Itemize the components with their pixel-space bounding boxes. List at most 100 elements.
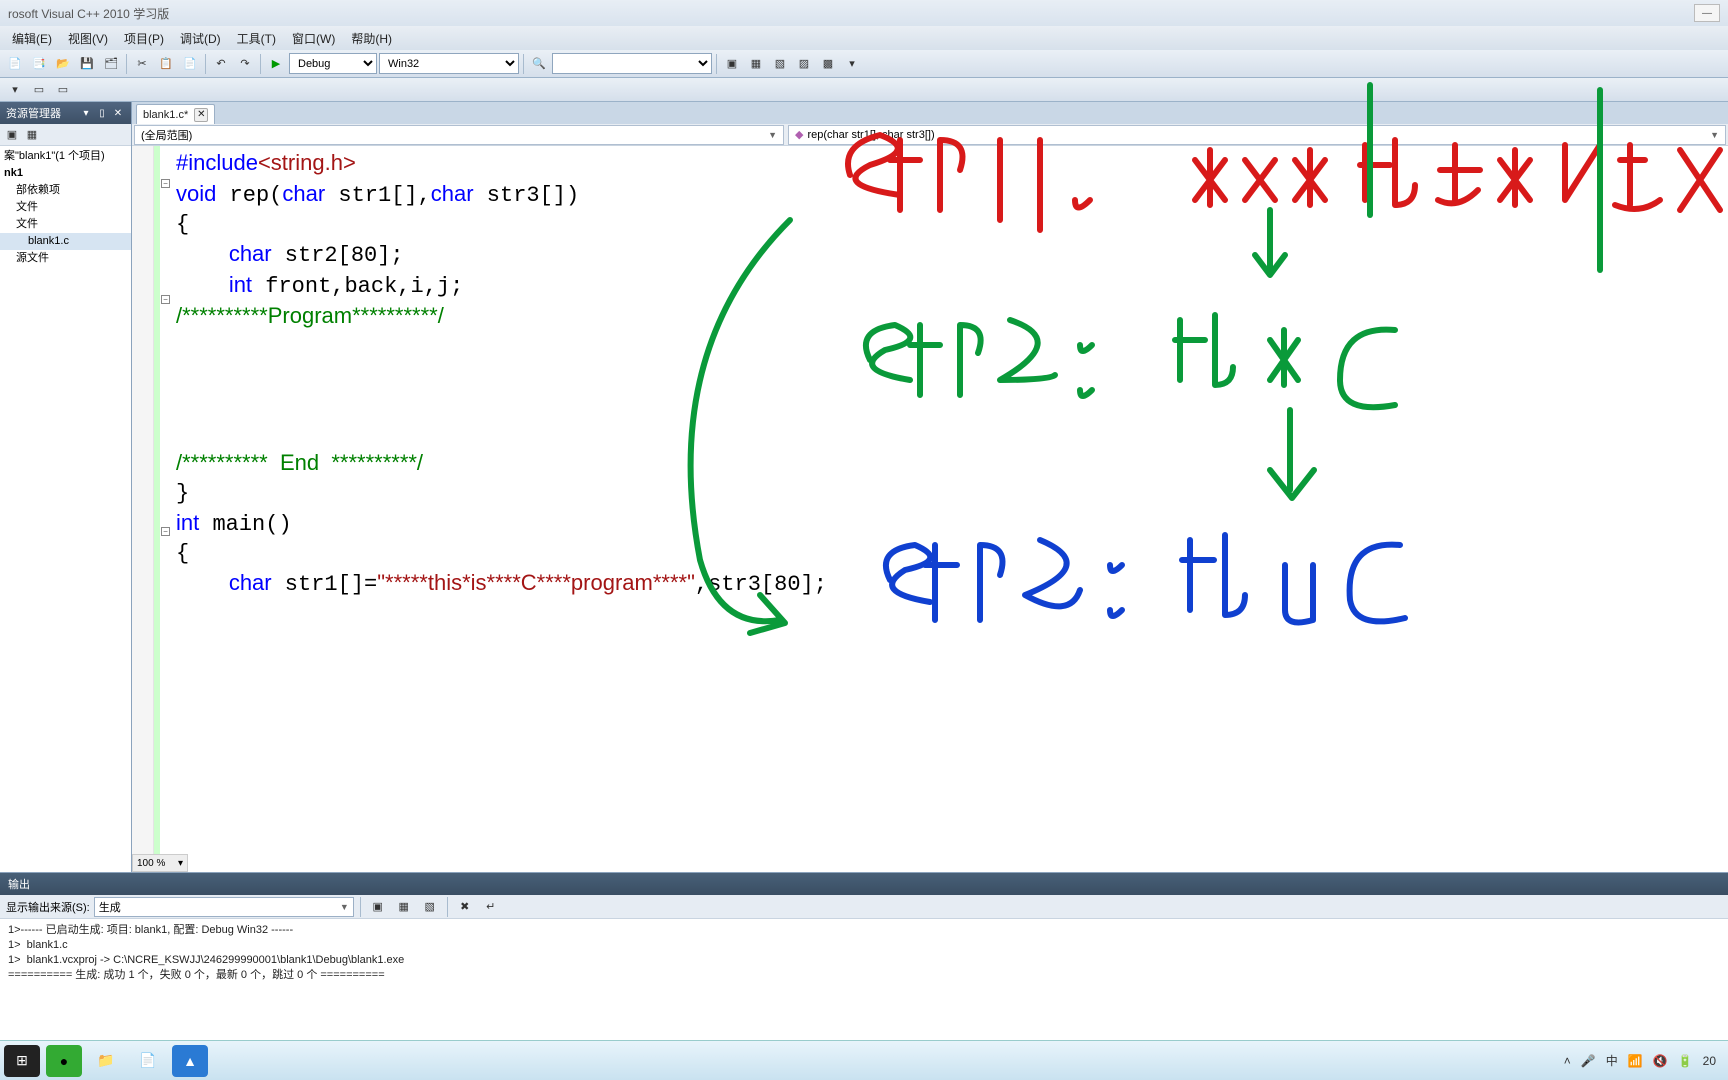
menu-window[interactable]: 窗口(W): [284, 30, 343, 47]
taskbar-app-2[interactable]: 📄: [130, 1045, 166, 1077]
tb-icon-1[interactable]: ▣: [721, 53, 743, 75]
tray-chevron-icon[interactable]: ˄: [1564, 1054, 1571, 1068]
tb-icon-4[interactable]: ▨: [793, 53, 815, 75]
output-body[interactable]: 1>------ 已启动生成: 项目: blank1, 配置: Debug Wi…: [0, 919, 1728, 1042]
main-area: 资源管理器 ▾ ▯ ✕ ▣ ▦ 案"blank1"(1 个项目) nk1 部依赖…: [0, 102, 1728, 872]
output-panel: 输出 显示输出来源(S): 生成 ▼ ▣ ▦ ▧ ✖ ↵ 1>------ 已启…: [0, 872, 1728, 1042]
scope-label: (全局范围): [141, 127, 192, 143]
tb-icon-3[interactable]: ▧: [769, 53, 791, 75]
tab-label: blank1.c*: [143, 109, 188, 121]
start-button[interactable]: ⊞: [4, 1045, 40, 1077]
dropdown-arrow-icon: ▾: [178, 858, 183, 869]
cut-button[interactable]: ✂: [131, 53, 153, 75]
out-clear-icon[interactable]: ✖: [454, 896, 476, 918]
new-button[interactable]: 📄: [4, 53, 26, 75]
member-select[interactable]: ◆ rep(char str1[], char str3[]) ▼: [788, 125, 1726, 145]
dropdown-arrow-icon: ▼: [768, 130, 777, 140]
save-button[interactable]: 💾: [76, 53, 98, 75]
menu-debug[interactable]: 调试(D): [172, 30, 229, 47]
tree-solution[interactable]: 案"blank1"(1 个项目): [0, 148, 131, 165]
menu-tools[interactable]: 工具(T): [229, 30, 284, 47]
tray-volume-icon[interactable]: 🔇: [1653, 1054, 1668, 1068]
taskbar: ⊞ ● 📁 📄 ▲ ˄ 🎤 中 📶 🔇 🔋 20: [0, 1040, 1728, 1080]
undo-button[interactable]: ↶: [210, 53, 232, 75]
find-select[interactable]: [552, 53, 712, 74]
tree-file-blank1c[interactable]: blank1.c: [0, 233, 131, 250]
tray-ime[interactable]: 中: [1606, 1052, 1618, 1069]
taskbar-app-1[interactable]: ●: [46, 1045, 82, 1077]
code-nav-bar: (全局范围) ▼ ◆ rep(char str1[], char str3[])…: [132, 124, 1728, 146]
tree-project[interactable]: nk1: [0, 165, 131, 182]
panel-pin-icon[interactable]: ▯: [95, 106, 109, 120]
menu-project[interactable]: 项目(P): [116, 30, 172, 47]
menu-help[interactable]: 帮助(H): [343, 30, 400, 47]
menubar: 编辑(E) 视图(V) 项目(P) 调试(D) 工具(T) 窗口(W) 帮助(H…: [0, 26, 1728, 50]
tb2-icon-1[interactable]: ▾: [4, 79, 26, 101]
se-icon-1[interactable]: ▣: [4, 127, 20, 143]
menu-edit[interactable]: 编辑(E): [4, 30, 60, 47]
add-button[interactable]: 📑: [28, 53, 50, 75]
scope-select[interactable]: (全局范围) ▼: [134, 125, 784, 145]
menu-view[interactable]: 视图(V): [60, 30, 116, 47]
output-header: 输出: [0, 873, 1728, 895]
tb-icon-5[interactable]: ▩: [817, 53, 839, 75]
fold-icon[interactable]: −: [161, 527, 170, 536]
member-label: rep(char str1[], char str3[]): [807, 129, 934, 141]
open-button[interactable]: 📂: [52, 53, 74, 75]
saveall-button[interactable]: 🗂: [100, 53, 122, 75]
taskbar-app-3[interactable]: ▲: [172, 1045, 208, 1077]
panel-dropdown-icon[interactable]: ▾: [79, 106, 93, 120]
tray-wifi-icon[interactable]: 📶: [1628, 1054, 1643, 1068]
tray-battery-icon[interactable]: 🔋: [1678, 1054, 1693, 1068]
output-source-value: 生成: [99, 899, 121, 915]
solution-explorer-header: 资源管理器 ▾ ▯ ✕: [0, 102, 131, 124]
find-button[interactable]: 🔍: [528, 53, 550, 75]
editor-tabs: blank1.c* ✕: [132, 102, 1728, 124]
editor-area: blank1.c* ✕ (全局范围) ▼ ◆ rep(char str1[], …: [132, 102, 1728, 872]
output-toolbar: 显示输出来源(S): 生成 ▼ ▣ ▦ ▧ ✖ ↵: [0, 895, 1728, 919]
out-icon-2[interactable]: ▦: [393, 896, 415, 918]
code-body[interactable]: #include<string.h> void rep(char str1[],…: [172, 146, 1728, 872]
secondary-toolbar: ▾ ▭ ▭: [0, 78, 1728, 102]
solution-tree[interactable]: 案"blank1"(1 个项目) nk1 部依赖项 文件 文件 blank1.c…: [0, 146, 131, 872]
method-icon: ◆: [795, 128, 803, 141]
tree-sources[interactable]: 文件: [0, 216, 131, 233]
out-wrap-icon[interactable]: ↵: [480, 896, 502, 918]
output-source-label: 显示输出来源(S):: [6, 899, 90, 915]
tab-close-icon[interactable]: ✕: [194, 108, 208, 122]
copy-button[interactable]: 📋: [155, 53, 177, 75]
start-debug-button[interactable]: ▶: [265, 53, 287, 75]
panel-close-icon[interactable]: ✕: [111, 106, 125, 120]
solution-explorer-title: 资源管理器: [6, 105, 61, 121]
system-tray: ˄ 🎤 中 📶 🔇 🔋 20: [1564, 1052, 1724, 1069]
se-icon-2[interactable]: ▦: [24, 127, 40, 143]
title-text: rosoft Visual C++ 2010 学习版: [8, 5, 169, 22]
fold-icon[interactable]: −: [161, 179, 170, 188]
taskbar-explorer[interactable]: 📁: [88, 1045, 124, 1077]
code-editor[interactable]: − − − #include<string.h> void rep(char s…: [132, 146, 1728, 872]
tb-icon-2[interactable]: ▦: [745, 53, 767, 75]
dropdown-arrow-icon: ▼: [1710, 130, 1719, 140]
redo-button[interactable]: ↷: [234, 53, 256, 75]
output-source-select[interactable]: 生成 ▼: [94, 897, 354, 917]
gutter: [132, 146, 154, 872]
tb-dropdown-icon[interactable]: ▾: [841, 53, 863, 75]
tray-mic-icon[interactable]: 🎤: [1581, 1054, 1596, 1068]
zoom-select[interactable]: 100 % ▾: [132, 854, 188, 872]
tb2-icon-3[interactable]: ▭: [52, 79, 74, 101]
outline-margin: − − −: [160, 146, 172, 872]
solution-explorer-toolbar: ▣ ▦: [0, 124, 131, 146]
platform-select[interactable]: Win32: [379, 53, 519, 74]
out-icon-3[interactable]: ▧: [419, 896, 441, 918]
fold-icon[interactable]: −: [161, 295, 170, 304]
minimize-button[interactable]: —: [1694, 4, 1720, 22]
tray-time: 20: [1703, 1054, 1716, 1068]
tree-headers[interactable]: 文件: [0, 199, 131, 216]
out-icon-1[interactable]: ▣: [367, 896, 389, 918]
tree-resources[interactable]: 源文件: [0, 250, 131, 267]
tb2-icon-2[interactable]: ▭: [28, 79, 50, 101]
tab-blank1c[interactable]: blank1.c* ✕: [136, 104, 215, 124]
paste-button[interactable]: 📄: [179, 53, 201, 75]
tree-deps[interactable]: 部依赖项: [0, 182, 131, 199]
config-select[interactable]: Debug: [289, 53, 377, 74]
